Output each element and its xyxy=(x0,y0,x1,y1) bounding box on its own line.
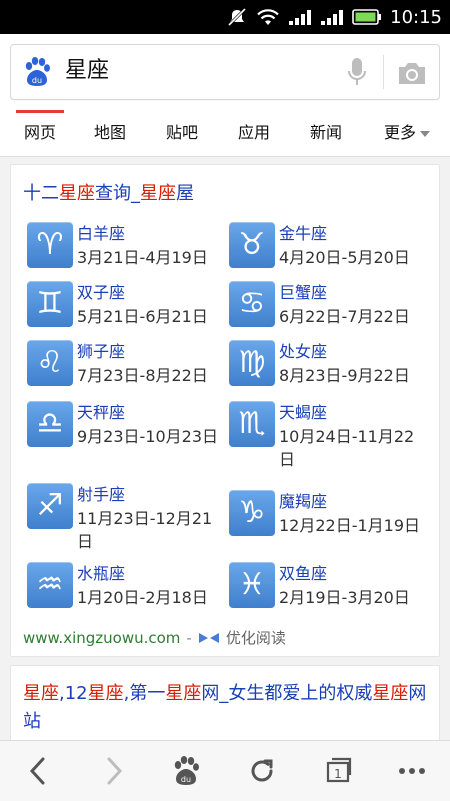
refresh-button[interactable] xyxy=(242,755,282,787)
signal-icon-2 xyxy=(320,8,344,26)
svg-text:du: du xyxy=(32,76,42,85)
battery-icon xyxy=(352,9,382,25)
tab-web[interactable]: 网页 xyxy=(15,110,65,156)
mute-icon xyxy=(226,7,248,27)
back-button[interactable] xyxy=(18,755,58,787)
gemini-icon: ♊ xyxy=(27,281,73,327)
svg-text:1: 1 xyxy=(334,767,342,781)
bottom-navigation: du 1 xyxy=(0,740,450,801)
capricorn-icon: ♑ xyxy=(229,490,275,536)
caret-down-icon xyxy=(420,130,431,137)
signal-icon-1 xyxy=(288,8,312,26)
tabs-button[interactable]: 1 xyxy=(318,755,358,787)
category-tabs: 网页 地图 贴吧 应用 新闻 更多 xyxy=(0,110,450,157)
wifi-icon xyxy=(256,8,280,26)
tab-more[interactable]: 更多 xyxy=(384,110,431,156)
result-source-row: www.xingzuowu.com - 优化阅读 xyxy=(23,629,286,648)
scorpio-icon: ♏ xyxy=(229,401,275,447)
refresh-icon xyxy=(251,759,273,782)
result-title-link[interactable]: 星座,12星座,第一星座网_女生都爱上的权威星座网站 xyxy=(23,680,429,736)
libra-icon: ♎ xyxy=(27,401,73,447)
more-dots-icon xyxy=(399,768,425,774)
microphone-icon[interactable] xyxy=(341,55,373,89)
camera-icon[interactable] xyxy=(396,58,428,88)
taurus-icon: ♉ xyxy=(229,222,275,268)
svg-text:du: du xyxy=(181,775,191,784)
search-header: du 星座 xyxy=(0,34,450,110)
tab-apps[interactable]: 应用 xyxy=(238,110,270,156)
baidu-home-button[interactable]: du xyxy=(166,755,206,787)
tab-tieba[interactable]: 贴吧 xyxy=(166,110,198,156)
result-url[interactable]: www.xingzuowu.com xyxy=(23,629,180,647)
tabs-icon: 1 xyxy=(326,757,352,783)
search-divider xyxy=(383,55,384,89)
tab-news[interactable]: 新闻 xyxy=(310,110,342,156)
back-arrow-icon xyxy=(29,757,45,785)
result-title-link[interactable]: 十二星座查询_星座屋 xyxy=(23,179,194,205)
leo-icon: ♌ xyxy=(27,340,73,386)
baidu-paw-icon[interactable]: du xyxy=(21,56,53,88)
baidu-paw-icon: du xyxy=(174,756,199,785)
menu-button[interactable] xyxy=(392,755,432,787)
status-icons: 10:15 xyxy=(226,0,442,34)
clock: 10:15 xyxy=(390,6,442,28)
tab-map[interactable]: 地图 xyxy=(94,110,126,156)
search-query[interactable]: 星座 xyxy=(65,55,109,87)
result-card: 十二星座查询_星座屋 ♈ 白羊座 3月21日-4月19日 ♉ 金牛座 4月20日… xyxy=(10,164,440,657)
aries-icon: ♈ xyxy=(27,222,73,268)
forward-button[interactable] xyxy=(94,755,134,787)
sagittarius-icon: ♐ xyxy=(27,483,73,529)
aquarius-icon: ♒ xyxy=(27,562,73,608)
pisces-icon: ♓ xyxy=(229,562,275,608)
optimized-reading-icon[interactable] xyxy=(198,630,220,648)
virgo-icon: ♍ xyxy=(229,340,275,386)
cancer-icon: ♋ xyxy=(229,281,275,327)
forward-arrow-icon xyxy=(107,757,123,785)
optimized-reading-link[interactable]: 优化阅读 xyxy=(226,629,286,647)
status-bar: 10:15 xyxy=(0,0,450,34)
search-box[interactable]: du 星座 xyxy=(10,44,440,100)
